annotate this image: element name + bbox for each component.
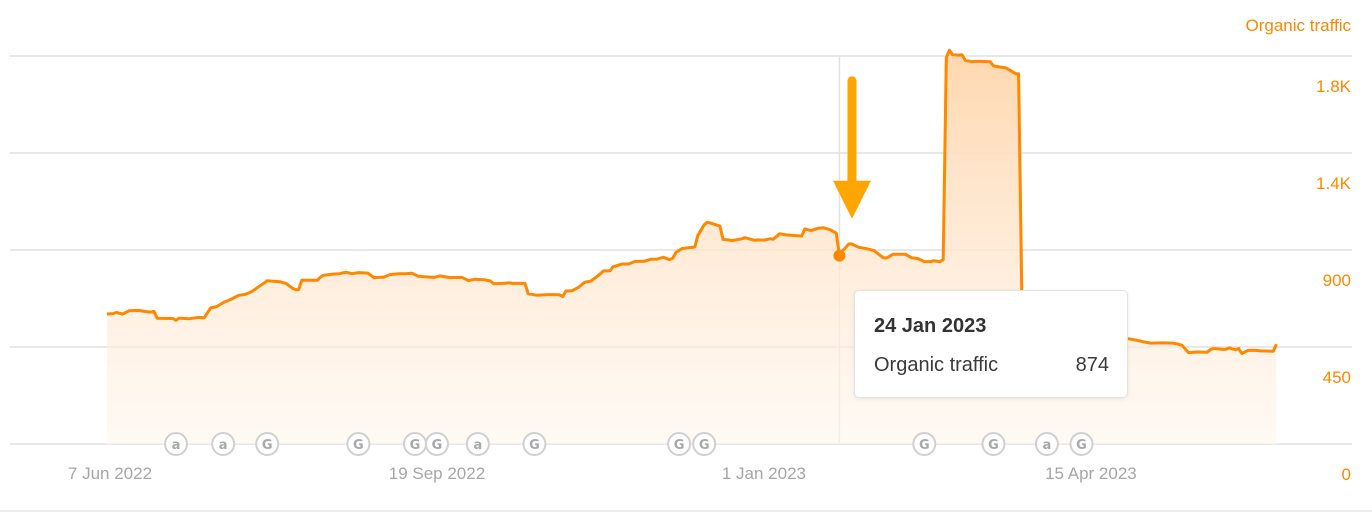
google-update-icon: G [1069, 432, 1094, 456]
annotation-glyph: a [1043, 438, 1052, 453]
x-tick-label: 1 Jan 2023 [722, 464, 806, 483]
annotation-glyph: a [172, 438, 181, 453]
google-update-icon: G [424, 432, 449, 456]
y-tick-label: 1.4K [1316, 174, 1352, 193]
y-tick-label: 900 [1323, 271, 1351, 290]
google-update-icon: G [667, 432, 692, 456]
tooltip-metric-value: 874 [1075, 354, 1109, 376]
ahrefs-annotation-icon: a [1034, 432, 1059, 456]
annotation-glyph: a [473, 438, 482, 453]
ahrefs-annotation-icon: a [211, 432, 236, 456]
annotation-glyph: a [219, 438, 228, 453]
annotation-glyph: G [262, 438, 273, 453]
annotation-glyph: G [919, 438, 930, 453]
annotation-glyph: G [529, 438, 540, 453]
organic-traffic-chart: Organic traffic 0 450 900 1.4K 1.8K 7 Jun 20… [10, 16, 1352, 484]
x-tick-label: 15 Apr 2023 [1045, 464, 1137, 483]
y-axis-labels: 0 450 900 1.4K 1.8K [1316, 77, 1352, 484]
google-update-icon: G [692, 432, 717, 456]
bottom-border [0, 510, 1372, 512]
google-update-icon: G [255, 432, 280, 456]
annotation-glyph: G [353, 438, 364, 453]
annotation-glyph: G [1076, 438, 1087, 453]
google-update-icon: G [402, 432, 427, 456]
tooltip: 24 Jan 2023 Organic traffic 874 [854, 290, 1128, 398]
google-update-icon: G [346, 432, 371, 456]
x-axis-labels: 7 Jun 2022 19 Sep 2022 1 Jan 2023 15 Apr 20… [68, 464, 1137, 483]
google-update-icon: G [522, 432, 547, 456]
highlight-point[interactable] [833, 249, 846, 262]
annotation-glyph: G [410, 438, 421, 453]
x-tick-label: 19 Sep 2022 [389, 464, 485, 483]
series-title: Organic traffic [1245, 16, 1351, 35]
ahrefs-annotation-icon: a [164, 432, 189, 456]
annotation-glyph: G [699, 438, 710, 453]
annotation-glyph: G [674, 438, 685, 453]
google-update-icon: G [912, 432, 937, 456]
x-tick-label: 7 Jun 2022 [68, 464, 152, 483]
google-update-icon: G [981, 432, 1006, 456]
ahrefs-annotation-icon: a [465, 432, 490, 456]
y-tick-label: 1.8K [1316, 77, 1352, 96]
tooltip-metric-label: Organic traffic [874, 354, 999, 376]
annotation-glyph: G [988, 438, 999, 453]
annotation-glyph: G [432, 438, 443, 453]
y-tick-label: 0 [1342, 465, 1351, 484]
tooltip-date: 24 Jan 2023 [874, 315, 987, 337]
y-tick-label: 450 [1323, 368, 1351, 387]
